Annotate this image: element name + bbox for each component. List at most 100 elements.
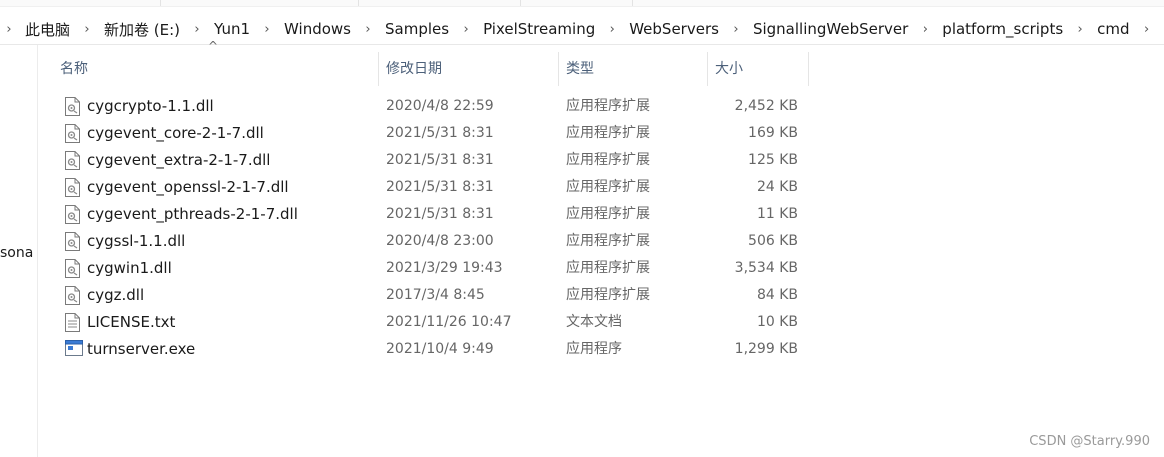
breadcrumb-item[interactable]: 此电脑 <box>18 19 77 40</box>
file-type: 应用程序扩展 <box>566 233 650 249</box>
watermark: CSDN @Starry.990 <box>1029 434 1150 449</box>
file-size: 125 KB <box>748 152 798 168</box>
file-row[interactable]: cygz.dll 2017/3/4 8:45 应用程序扩展 84 KB <box>38 282 818 309</box>
chevron-right-icon[interactable]: › <box>1070 22 1090 37</box>
file-size: 506 KB <box>748 233 798 249</box>
chevron-right-icon[interactable]: › <box>1137 22 1157 37</box>
file-modified-date: 2021/5/31 8:31 <box>386 152 494 168</box>
file-size: 11 KB <box>756 206 798 222</box>
breadcrumb-item[interactable]: cmd <box>1090 20 1136 38</box>
file-modified-date: 2020/4/8 23:00 <box>386 233 494 249</box>
dll-file-icon <box>65 97 80 116</box>
breadcrumb-item[interactable]: coturn <box>1157 20 1164 38</box>
breadcrumb-item[interactable]: Yun1 <box>207 20 257 38</box>
dll-file-icon <box>65 124 80 143</box>
ribbon-remnant <box>0 0 1164 7</box>
file-size: 84 KB <box>756 287 798 303</box>
file-type: 应用程序 <box>566 341 622 357</box>
file-row[interactable]: turnserver.exe 2021/10/4 9:49 应用程序 1,299 KB <box>38 336 818 363</box>
breadcrumb-item[interactable]: PixelStreaming <box>476 20 602 38</box>
file-row[interactable]: cygevent_openssl-2-1-7.dll 2021/5/31 8:31… <box>38 174 818 201</box>
address-bar[interactable]: › 此电脑 › 新加卷 (E:) › Yun1 › Windows › Samples › Pixel… <box>0 14 1164 44</box>
column-divider[interactable] <box>558 52 559 86</box>
file-name[interactable]: cygevent_openssl-2-1-7.dll <box>87 174 289 201</box>
column-divider[interactable] <box>378 52 379 86</box>
file-name[interactable]: cygz.dll <box>87 282 144 309</box>
file-row[interactable]: cygevent_extra-2-1-7.dll 2021/5/31 8:31 应用… <box>38 147 818 174</box>
file-name[interactable]: cygcrypto-1.1.dll <box>87 93 214 120</box>
chevron-right-icon[interactable]: › <box>915 22 935 37</box>
chevron-right-icon[interactable]: › <box>358 22 378 37</box>
dll-file-icon <box>65 178 80 197</box>
file-type: 文本文档 <box>566 314 622 330</box>
text-file-icon <box>65 313 80 332</box>
column-header-type[interactable]: 类型 <box>566 52 594 86</box>
chevron-right-icon[interactable]: › <box>602 22 622 37</box>
address-bar-divider <box>0 44 1164 45</box>
file-size: 1,299 KB <box>734 341 798 357</box>
column-header-row: ^ 名称 修改日期 类型 大小 <box>38 39 818 86</box>
file-size: 2,452 KB <box>734 98 798 114</box>
file-type: 应用程序扩展 <box>566 287 650 303</box>
file-name[interactable]: cygevent_pthreads-2-1-7.dll <box>87 201 298 228</box>
file-row[interactable]: cygwin1.dll 2021/3/29 19:43 应用程序扩展 3,534 KB <box>38 255 818 282</box>
file-size: 24 KB <box>756 179 798 195</box>
breadcrumb-item[interactable]: SignallingWebServer <box>746 20 915 38</box>
file-modified-date: 2021/11/26 10:47 <box>386 314 512 330</box>
file-row[interactable]: cygevent_core-2-1-7.dll 2021/5/31 8:31 应用程… <box>38 120 818 147</box>
dll-file-icon <box>65 286 80 305</box>
file-row[interactable]: LICENSE.txt 2021/11/26 10:47 文本文档 10 KB <box>38 309 818 336</box>
file-list: cygcrypto-1.1.dll 2020/4/8 22:59 应用程序扩展 2,4… <box>38 93 818 363</box>
file-row[interactable]: cygssl-1.1.dll 2020/4/8 23:00 应用程序扩展 506 KB <box>38 228 818 255</box>
file-size: 10 KB <box>756 314 798 330</box>
file-modified-date: 2021/5/31 8:31 <box>386 125 494 141</box>
file-size: 169 KB <box>748 125 798 141</box>
sort-ascending-icon: ^ <box>208 39 219 53</box>
exe-file-icon <box>65 340 83 359</box>
file-type: 应用程序扩展 <box>566 98 650 114</box>
file-modified-date: 2020/4/8 22:59 <box>386 98 494 114</box>
column-divider[interactable] <box>707 52 708 86</box>
file-type: 应用程序扩展 <box>566 206 650 222</box>
file-modified-date: 2021/3/29 19:43 <box>386 260 503 276</box>
breadcrumb: › 此电脑 › 新加卷 (E:) › Yun1 › Windows › Samples › Pixel… <box>0 14 1164 44</box>
file-modified-date: 2017/3/4 8:45 <box>386 287 485 303</box>
column-divider[interactable] <box>808 52 809 86</box>
nav-item-partial-label[interactable]: sona <box>0 245 33 261</box>
navigation-pane[interactable]: sona <box>0 45 38 457</box>
file-name[interactable]: cygwin1.dll <box>87 255 172 282</box>
file-modified-date: 2021/5/31 8:31 <box>386 179 494 195</box>
file-type: 应用程序扩展 <box>566 260 650 276</box>
dll-file-icon <box>65 205 80 224</box>
file-row[interactable]: cygevent_pthreads-2-1-7.dll 2021/5/31 8:3… <box>38 201 818 228</box>
file-modified-date: 2021/10/4 9:49 <box>386 341 494 357</box>
breadcrumb-item[interactable]: WebServers <box>622 20 726 38</box>
breadcrumb-item[interactable]: platform_scripts <box>935 20 1070 38</box>
column-header-date[interactable]: 修改日期 <box>386 52 442 86</box>
file-name[interactable]: cygssl-1.1.dll <box>87 228 185 255</box>
column-header-size[interactable]: 大小 <box>715 52 743 86</box>
chevron-right-icon[interactable]: › <box>456 22 476 37</box>
file-size: 3,534 KB <box>734 260 798 276</box>
chevron-right-icon[interactable]: › <box>257 22 277 37</box>
file-type: 应用程序扩展 <box>566 125 650 141</box>
file-name[interactable]: cygevent_extra-2-1-7.dll <box>87 147 270 174</box>
dll-file-icon <box>65 232 80 251</box>
dll-file-icon <box>65 259 80 278</box>
breadcrumb-item[interactable]: 新加卷 (E:) <box>97 19 187 40</box>
chevron-right-icon[interactable]: › <box>726 22 746 37</box>
file-name[interactable]: LICENSE.txt <box>87 309 175 336</box>
chevron-right-icon[interactable]: › <box>187 22 207 37</box>
column-header-name[interactable]: 名称 <box>60 52 88 86</box>
file-row[interactable]: cygcrypto-1.1.dll 2020/4/8 22:59 应用程序扩展 2,4… <box>38 93 818 120</box>
chevron-right-icon[interactable]: › <box>0 22 18 37</box>
file-type: 应用程序扩展 <box>566 152 650 168</box>
chevron-right-icon[interactable]: › <box>77 22 97 37</box>
dll-file-icon <box>65 151 80 170</box>
breadcrumb-item[interactable]: Samples <box>378 20 456 38</box>
file-name[interactable]: turnserver.exe <box>87 336 195 363</box>
file-name[interactable]: cygevent_core-2-1-7.dll <box>87 120 264 147</box>
breadcrumb-item[interactable]: Windows <box>277 20 358 38</box>
file-modified-date: 2021/5/31 8:31 <box>386 206 494 222</box>
file-type: 应用程序扩展 <box>566 179 650 195</box>
